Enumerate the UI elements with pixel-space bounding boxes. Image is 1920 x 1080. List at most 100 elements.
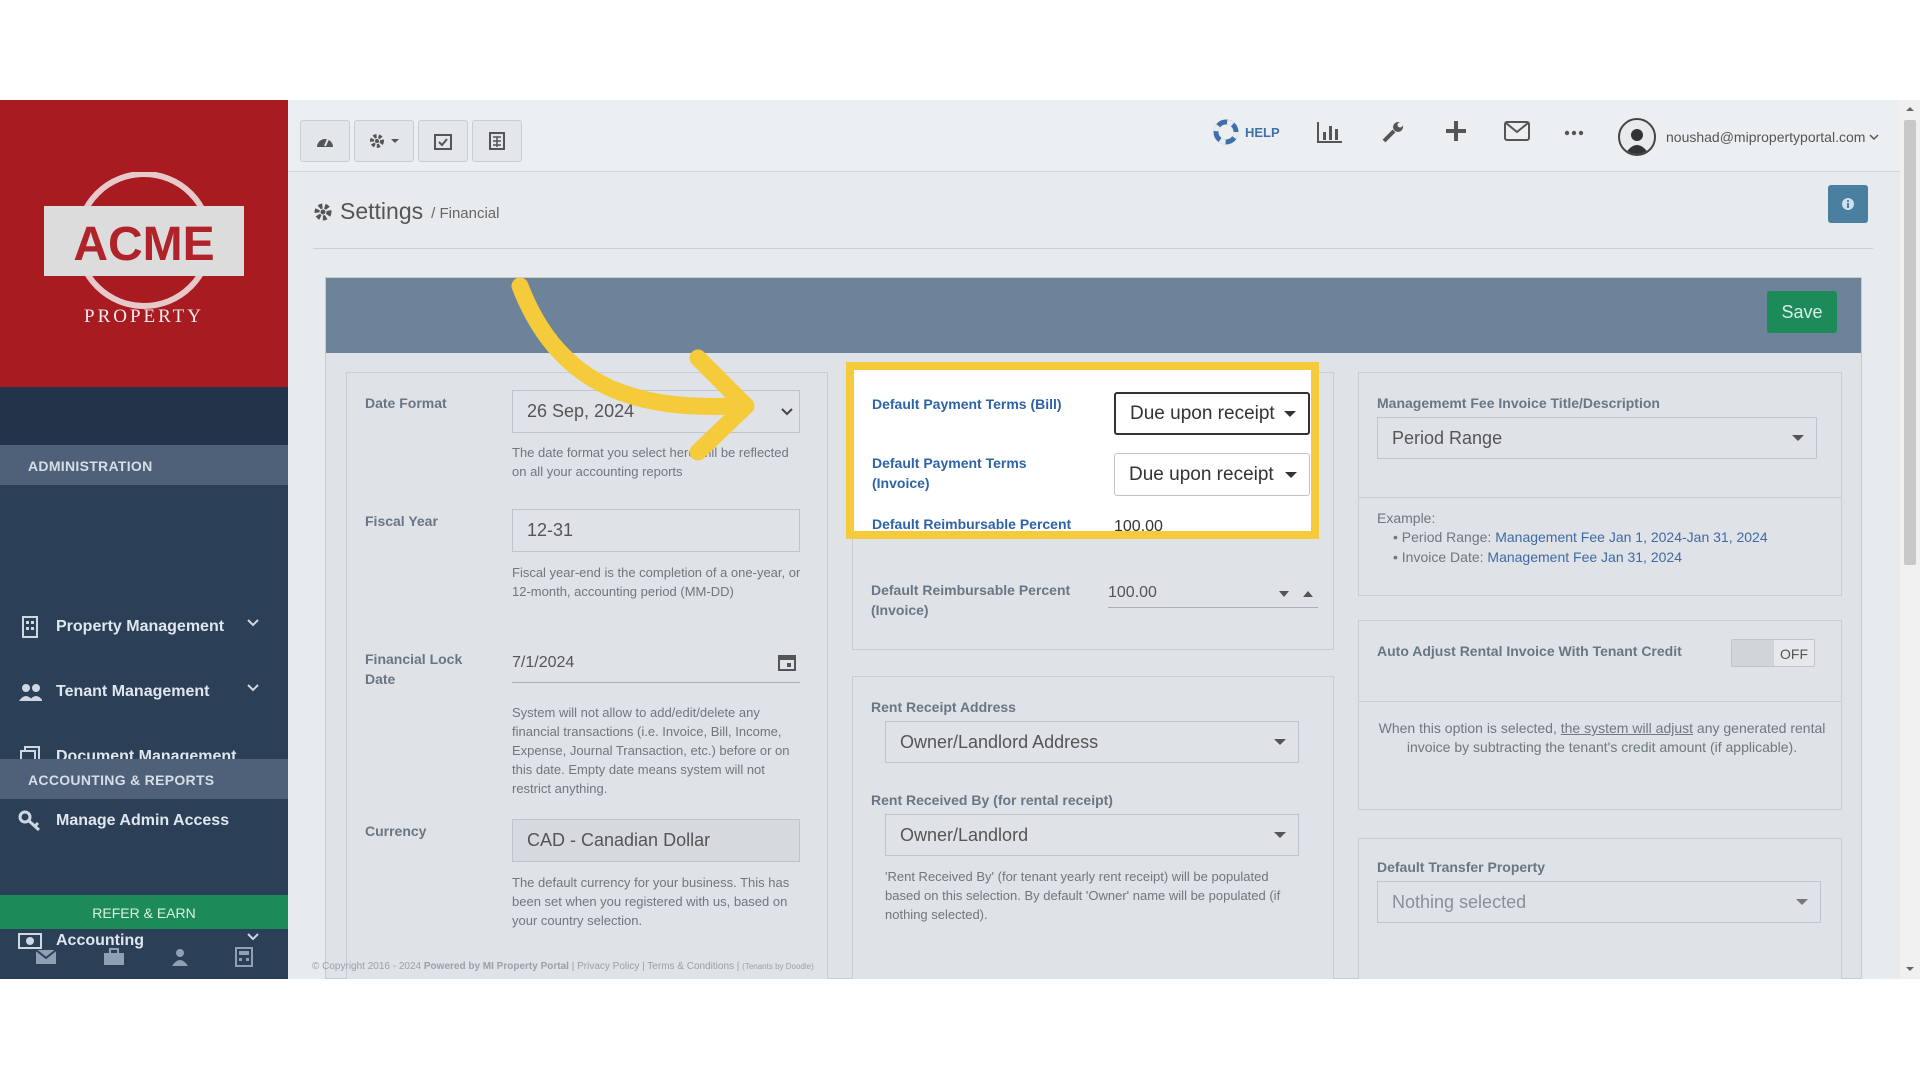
- auto-adjust-label: Auto Adjust Rental Invoice With Tenant C…: [1377, 643, 1682, 659]
- example-key: Period Range:: [1401, 529, 1492, 545]
- terms-bill-select[interactable]: Due upon receipt: [1114, 392, 1310, 435]
- mgmt-fee-select[interactable]: Period Range: [1377, 417, 1817, 459]
- caret-down-icon: [1285, 471, 1297, 478]
- caret-up-icon[interactable]: [1302, 590, 1314, 598]
- user-icon[interactable]: [171, 948, 189, 966]
- envelope-icon[interactable]: [1504, 120, 1530, 142]
- date-format-value: 26 Sep, 2024: [527, 401, 635, 421]
- top-toolbar: HELP noushad@mipropertyportal.com: [288, 100, 1900, 172]
- user-menu[interactable]: noushad@mipropertyportal.com: [1618, 118, 1879, 156]
- save-button[interactable]: Save: [1767, 291, 1837, 333]
- chevron-down-icon: [781, 408, 793, 416]
- main-area: HELP noushad@mipropertyportal.com Settin…: [288, 100, 1900, 979]
- section-accounting-reports: ACCOUNTING & REPORTS: [0, 759, 288, 799]
- general-card: Date Format 26 Sep, 2024 The date format…: [346, 372, 828, 979]
- sidebar-item-property-management[interactable]: Property Management: [0, 598, 288, 656]
- example-key: Invoice Date:: [1401, 549, 1484, 565]
- auto-adjust-card: Auto Adjust Rental Invoice With Tenant C…: [1358, 620, 1842, 810]
- users-icon: [18, 680, 42, 704]
- page-header: Settings / Financial: [312, 198, 499, 225]
- chart-icon[interactable]: [1316, 120, 1344, 144]
- hint-text: When this option is selected,: [1378, 720, 1557, 736]
- rent-address-value: Owner/Landlord Address: [900, 731, 1099, 752]
- sidebar-item-manage-admin-access[interactable]: Manage Admin Access: [0, 792, 288, 850]
- scroll-down-icon[interactable]: [1905, 966, 1915, 972]
- fiscal-year-label: Fiscal Year: [365, 513, 438, 529]
- sidebar-item-label: Manage Admin Access: [56, 812, 230, 829]
- page-footer: © Copyright 2016 - 2024 Powered by MI Pr…: [288, 954, 1900, 979]
- example-value-link[interactable]: Management Fee Jan 1, 2024-Jan 31, 2024: [1495, 529, 1767, 545]
- sidebar-item-tenant-management[interactable]: Tenant Management: [0, 663, 288, 721]
- gear-icon: [370, 134, 384, 148]
- mail-icon[interactable]: [35, 949, 57, 965]
- calculator-icon[interactable]: [235, 947, 253, 967]
- scroll-up-icon[interactable]: [1905, 106, 1915, 112]
- plus-icon[interactable]: [1445, 120, 1467, 142]
- building-icon: [18, 615, 42, 639]
- example-label: Example:: [1377, 510, 1436, 526]
- chevron-down-icon: [247, 619, 259, 627]
- lock-date-value: 7/1/2024: [512, 653, 575, 671]
- reimb-invoice-input[interactable]: 100.00: [1108, 578, 1318, 608]
- toggle-state: OFF: [1780, 646, 1808, 662]
- copyright: © Copyright 2016 - 2024: [312, 961, 422, 972]
- lock-date-label: Financial Lock Date: [365, 651, 463, 687]
- currency-hint: The default currency for your business. …: [512, 875, 790, 928]
- dashboard-button[interactable]: [300, 120, 350, 162]
- management-fee-card: Managememt Fee Invoice Title/Description…: [1358, 372, 1842, 596]
- app-frame: ACME PROPERTY ADMINISTRATION Property Ma…: [0, 100, 1920, 979]
- footer-links[interactable]: | Privacy Policy | Terms & Conditions |: [572, 961, 740, 972]
- wrench-icon[interactable]: [1381, 120, 1405, 144]
- rent-address-select[interactable]: Owner/Landlord Address: [885, 721, 1299, 763]
- gear-icon: [314, 203, 332, 220]
- example-value-link[interactable]: Management Fee Jan 31, 2024: [1487, 549, 1682, 565]
- terms-bill-value: Due upon receipt: [1130, 402, 1275, 424]
- reimb-invoice-value: 100.00: [1108, 584, 1157, 601]
- breadcrumb: / Financial: [431, 205, 500, 222]
- section-administration: ADMINISTRATION: [0, 445, 288, 485]
- lock-date-input[interactable]: 7/1/2024: [512, 643, 800, 683]
- page-title: Settings: [340, 198, 424, 224]
- terms-invoice-value: Due upon receipt: [1129, 463, 1274, 485]
- briefcase-icon[interactable]: [103, 948, 125, 966]
- caret-down-icon: [1796, 899, 1808, 905]
- sidebar-band: [0, 387, 288, 445]
- toggle-knob: [1732, 640, 1774, 666]
- help-link[interactable]: HELP: [1213, 119, 1280, 145]
- reimb-bill-value[interactable]: 100.00: [1114, 518, 1163, 531]
- auto-adjust-toggle[interactable]: OFF: [1731, 639, 1815, 667]
- currency-label: Currency: [365, 823, 427, 839]
- logo-area: ACME PROPERTY: [0, 100, 288, 387]
- transfer-select[interactable]: Nothing selected: [1377, 881, 1821, 923]
- scrollbar[interactable]: [1900, 100, 1920, 979]
- date-format-select[interactable]: 26 Sep, 2024: [512, 390, 800, 433]
- calendar-button[interactable]: [418, 120, 468, 162]
- example-item-1: • Period Range: Management Fee Jan 1, 20…: [1393, 529, 1768, 545]
- caret-down-icon: [1274, 832, 1286, 838]
- auto-adjust-hint: When this option is selected, the system…: [1377, 719, 1827, 757]
- info-button[interactable]: [1828, 185, 1868, 223]
- more-icon[interactable]: [1564, 130, 1584, 136]
- fiscal-year-input[interactable]: 12-31: [512, 509, 800, 552]
- powered-by[interactable]: Powered by MI Property Portal: [424, 961, 569, 972]
- settings-dropdown-button[interactable]: [354, 120, 414, 162]
- dashboard-icon: [317, 138, 333, 147]
- caret-down-icon: [391, 139, 399, 143]
- terms-bill-label: Default Payment Terms (Bill): [872, 396, 1062, 412]
- help-label: HELP: [1245, 124, 1280, 140]
- panel-header: Save: [326, 278, 1861, 353]
- currency-value: CAD - Canadian Dollar: [527, 830, 711, 850]
- calendar-icon[interactable]: [778, 653, 796, 671]
- scrollbar-thumb[interactable]: [1904, 120, 1916, 565]
- caret-down-icon[interactable]: [1278, 590, 1290, 598]
- date-format-hint: The date format you select here will be …: [512, 445, 789, 479]
- logo-subtext: PROPERTY: [84, 306, 204, 327]
- rent-by-hint: 'Rent Received By' (for tenant yearly re…: [885, 869, 1281, 922]
- refer-earn-button[interactable]: REFER & EARN: [0, 895, 288, 929]
- chevron-down-icon: [1869, 134, 1879, 141]
- tenant-credit: (Tenants by Doodle): [742, 962, 814, 971]
- calculator-button[interactable]: [472, 120, 522, 162]
- sidebar-footer: [0, 935, 288, 979]
- rent-by-select[interactable]: Owner/Landlord: [885, 814, 1299, 856]
- terms-invoice-select[interactable]: Due upon receipt: [1114, 453, 1310, 496]
